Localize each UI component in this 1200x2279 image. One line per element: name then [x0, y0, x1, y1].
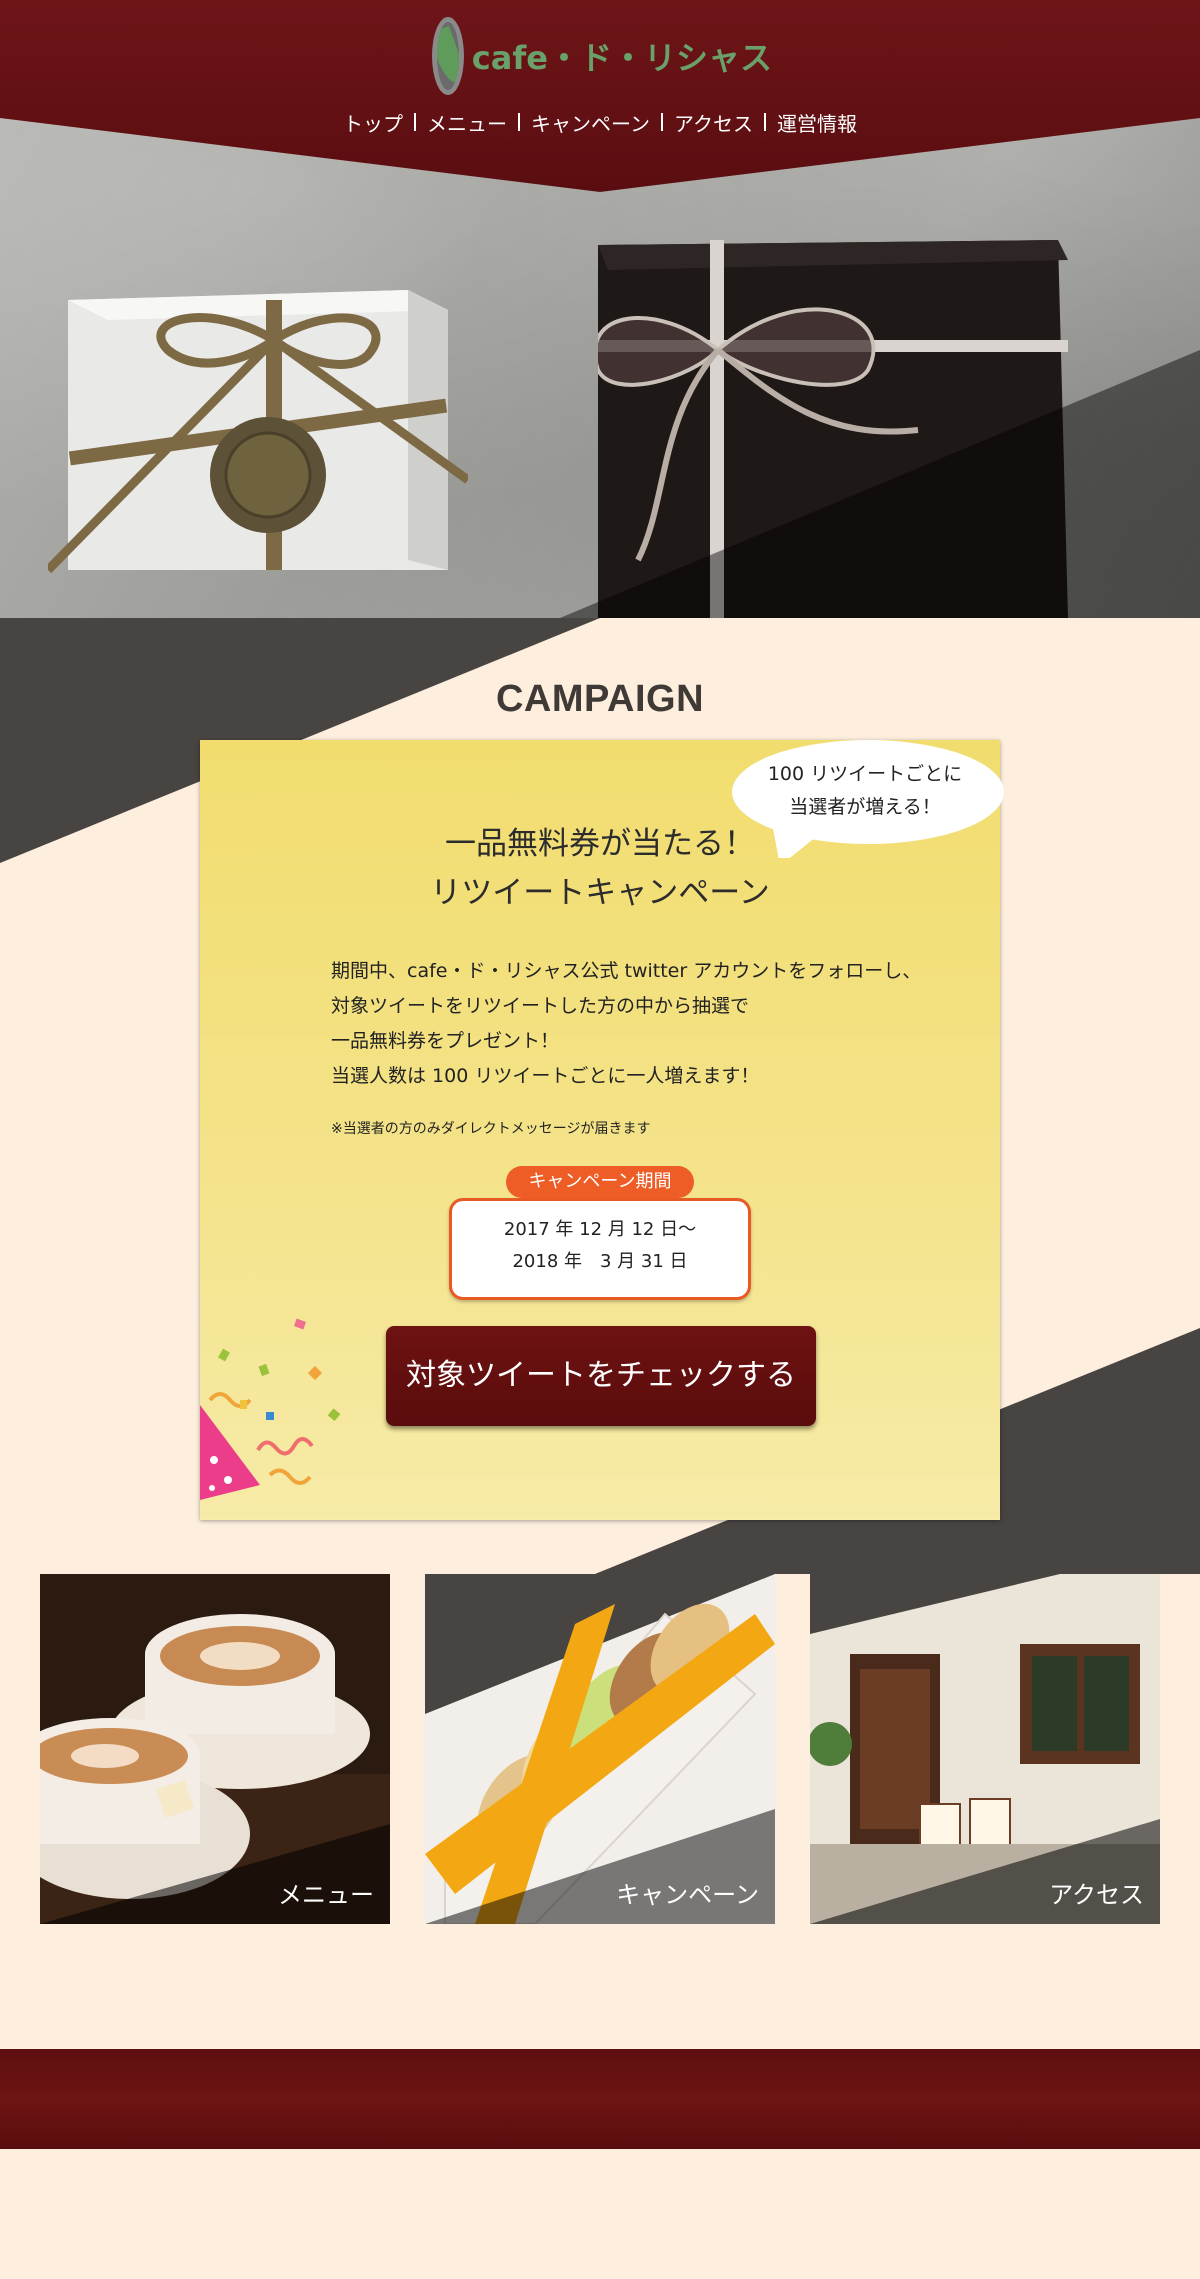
menu-tile[interactable]: メニュー	[40, 1574, 390, 1924]
campaign-period-dates: 2017 年 12 月 12 日〜 2018 年 3 月 31 日	[449, 1214, 751, 1278]
description-line: 当選人数は 100 リツイートごとに一人増えます！	[331, 1065, 760, 1087]
campaign-title-line: リツイートキャンペーン	[430, 875, 770, 911]
period-start: 2017 年 12 月 12 日〜	[503, 1219, 697, 1240]
nav-company-info[interactable]: 運営情報	[766, 108, 868, 137]
campaign-period-label: キャンペーン期間	[506, 1166, 694, 1198]
footer-bottom	[0, 2149, 1200, 2279]
coffee-leaf-logo-icon	[432, 17, 464, 95]
description-line: 対象ツイートをリツイートした方の中から抽選で	[331, 995, 750, 1017]
speech-bubble-text: 100 リツイートごとに 当選者が増える！	[745, 758, 985, 824]
access-tile-label: アクセス	[1049, 1881, 1144, 1909]
nav-access[interactable]: アクセス	[663, 108, 764, 137]
description-line: 一品無料券をプレゼント！	[331, 1030, 560, 1052]
period-end: 2018 年 3 月 31 日	[512, 1251, 688, 1272]
nav-menu[interactable]: メニュー	[416, 108, 518, 137]
campaign-title-line: 一品無料券が当たる！	[445, 826, 755, 862]
campaign-tile-label: キャンペーン	[616, 1881, 759, 1909]
global-nav: トップ メニュー キャンペーン アクセス 運営情報	[0, 104, 1200, 140]
campaign-note: ※当選者の方のみダイレクトメッセージが届きます	[331, 1121, 651, 1137]
coffee-cups-image	[40, 1574, 390, 1924]
nav-top[interactable]: トップ	[332, 108, 414, 137]
access-tile[interactable]: アクセス	[810, 1574, 1160, 1924]
cafe-storefront-image	[810, 1574, 1160, 1924]
campaign-heading: CAMPAIGN	[495, 678, 705, 720]
campaign-tile[interactable]: キャンペーン	[425, 1574, 775, 1924]
menu-tile-label: メニュー	[278, 1881, 374, 1909]
campaign-description: 期間中、cafe・ド・リシャス公式 twitter アカウントをフォローし、 対…	[331, 954, 951, 1094]
description-line: 期間中、cafe・ド・リシャス公式 twitter アカウントをフォローし、	[331, 960, 922, 982]
campaign-title: 一品無料券が当たる！ リツイートキャンペーン	[300, 820, 900, 918]
footer-band	[0, 2049, 1200, 2149]
logo-text: cafe・ド・リシャス	[471, 39, 772, 77]
site-logo[interactable]: cafe・ド・リシャス	[432, 16, 772, 96]
check-tweet-button[interactable]: 対象ツイートをチェックする	[386, 1326, 816, 1426]
bubble-line: 100 リツイートごとに	[767, 763, 963, 785]
macaron-box-image	[425, 1574, 775, 1924]
nav-campaign[interactable]: キャンペーン	[520, 108, 661, 137]
party-popper-icon	[200, 1318, 341, 1500]
